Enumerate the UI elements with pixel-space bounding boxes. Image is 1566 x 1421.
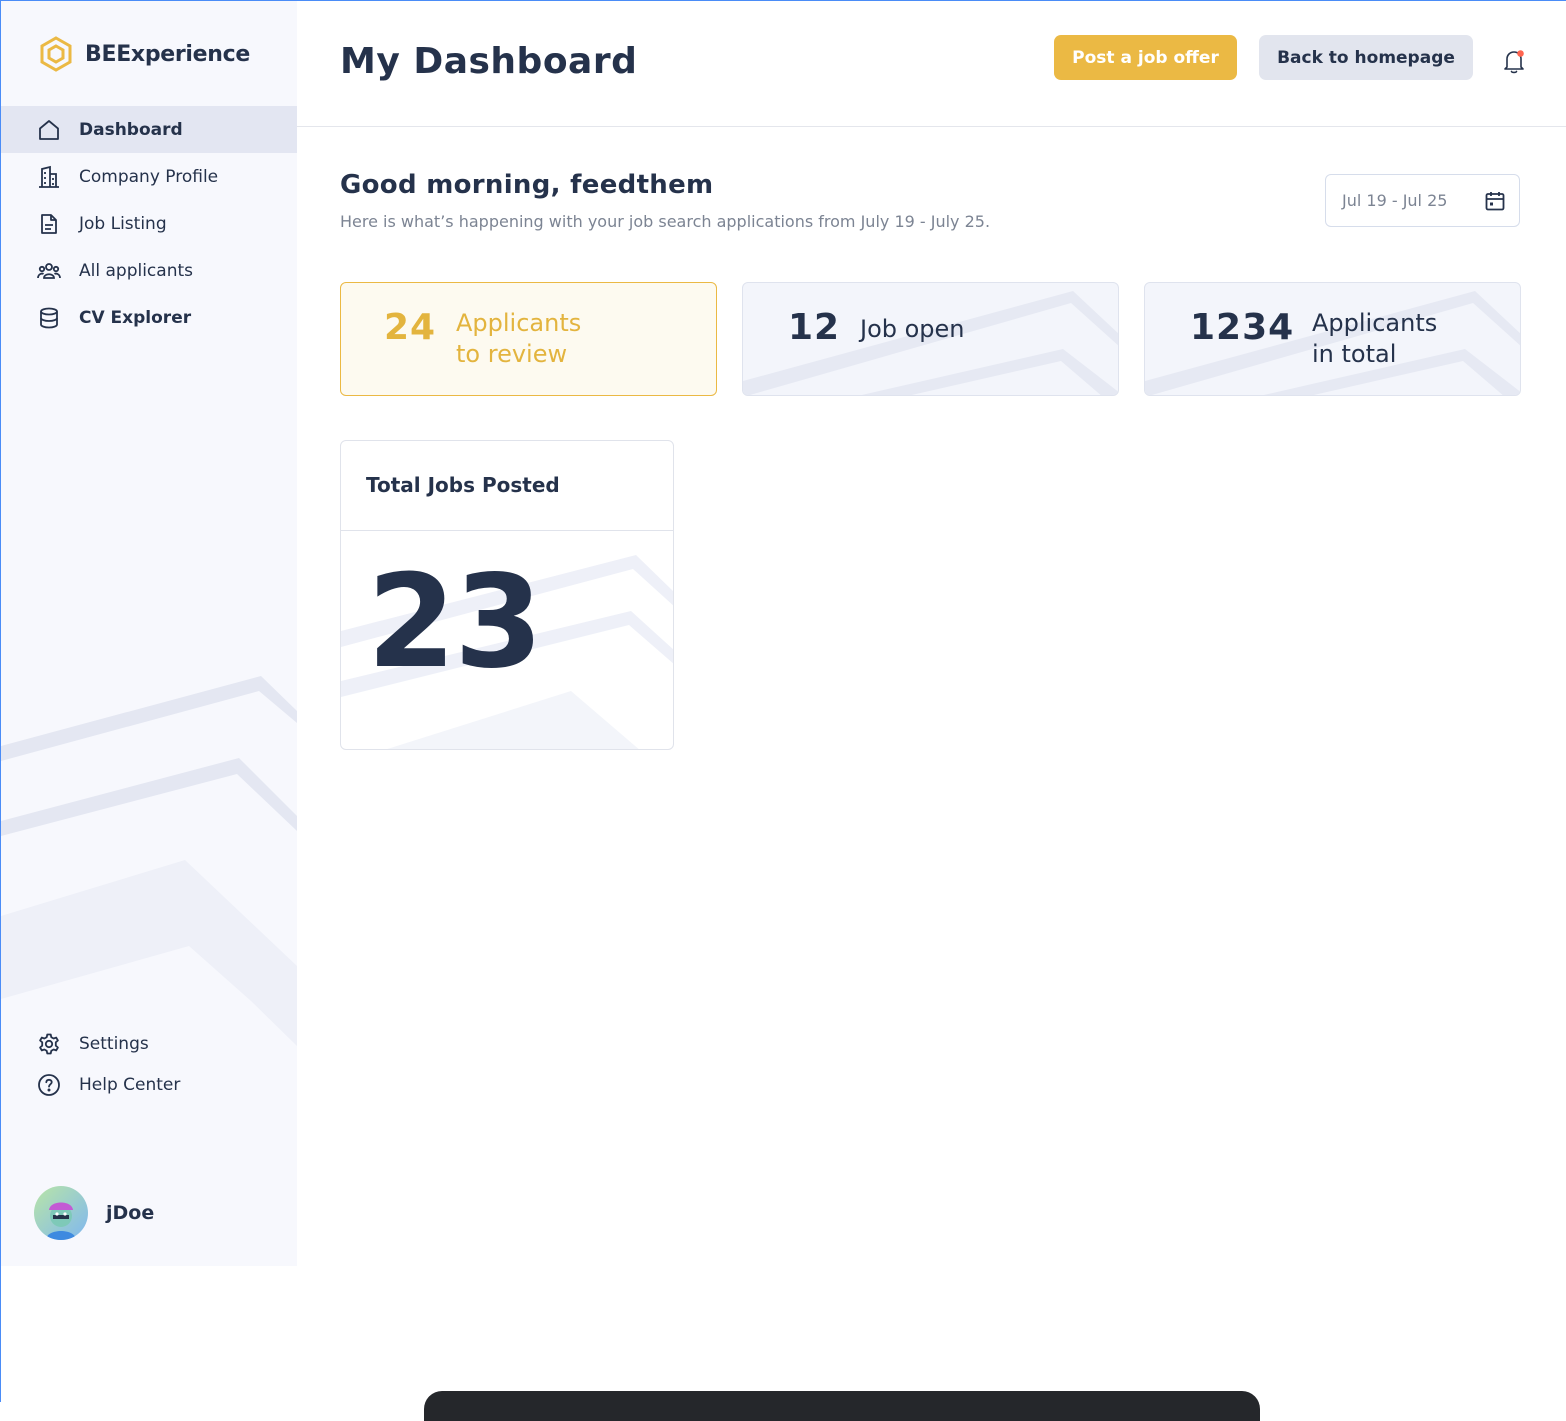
user-name: jDoe: [106, 1202, 155, 1224]
stat-label-line2: in total: [1312, 340, 1397, 368]
help-circle-icon: [38, 1073, 60, 1096]
total-jobs-card: Total Jobs Posted 23: [340, 440, 674, 750]
sidebar-item-company-profile[interactable]: Company Profile: [1, 153, 297, 200]
back-to-homepage-button[interactable]: Back to homepage: [1259, 35, 1473, 80]
sidebar-item-job-listing[interactable]: Job Listing: [1, 200, 297, 247]
sidebar-item-label: Help Center: [79, 1074, 181, 1095]
sidebar-item-label: Job Listing: [79, 213, 167, 234]
building-icon: [39, 165, 59, 188]
page-title: My Dashboard: [340, 41, 638, 82]
stat-value: 24: [384, 307, 437, 348]
document-icon: [41, 213, 57, 234]
calendar-icon: [1485, 192, 1505, 211]
unread-dot: [1517, 50, 1524, 57]
sidebar-item-settings[interactable]: Settings: [1, 1023, 297, 1064]
avatar: [34, 1186, 88, 1240]
stat-card-jobs-open[interactable]: 12 Job open: [742, 282, 1119, 396]
home-icon: [39, 119, 59, 140]
stat-card-applicants-to-review[interactable]: 24 Applicants to review: [340, 282, 717, 396]
sidebar-item-label: Dashboard: [79, 119, 183, 140]
taskbar-edge: [424, 1391, 1260, 1421]
gear-icon: [39, 1033, 59, 1054]
stat-label: Applicants in total: [1312, 308, 1437, 370]
sidebar-item-label: Company Profile: [79, 166, 219, 187]
sidebar-item-all-applicants[interactable]: All applicants: [1, 247, 297, 294]
sidebar-item-help-center[interactable]: Help Center: [1, 1064, 297, 1105]
stat-value: 12: [788, 307, 841, 348]
sidebar-item-label: Settings: [79, 1033, 149, 1054]
sidebar-item-dashboard[interactable]: Dashboard: [1, 106, 297, 153]
date-range-picker[interactable]: Jul 19 - Jul 25: [1325, 174, 1520, 227]
greeting-subtitle: Here is what’s happening with your job s…: [340, 212, 991, 231]
brand-name: BEExperience: [85, 41, 251, 67]
stat-label: Applicants to review: [456, 308, 581, 370]
sidebar-item-cv-explorer[interactable]: CV Explorer: [1, 294, 297, 341]
post-job-button[interactable]: Post a job offer: [1054, 35, 1237, 80]
hexagon-logo-icon: [40, 36, 72, 72]
sidebar-bottom-nav: Settings Help Center: [1, 1023, 297, 1105]
bell-icon[interactable]: [1501, 47, 1527, 75]
stat-label-line1: Applicants: [456, 309, 582, 337]
total-jobs-card-header: Total Jobs Posted: [341, 441, 673, 531]
stat-label-line2: to review: [456, 340, 568, 368]
brand[interactable]: BEExperience: [39, 36, 250, 72]
stat-card-applicants-total[interactable]: 1234 Applicants in total: [1144, 282, 1521, 396]
user-profile[interactable]: jDoe: [34, 1186, 154, 1240]
sidebar-nav: Dashboard Company Profile Job Listing Al…: [1, 106, 297, 341]
avatar-icon: [34, 1186, 88, 1240]
total-jobs-value: 23: [367, 548, 543, 697]
sidebar-item-label: CV Explorer: [79, 307, 192, 328]
date-range-label: Jul 19 - Jul 25: [1342, 191, 1448, 210]
greeting-title: Good morning, feedthem: [340, 170, 714, 200]
database-icon: [40, 307, 58, 328]
stat-value: 1234: [1190, 307, 1295, 348]
stat-label: Job open: [860, 315, 965, 343]
sidebar-item-label: All applicants: [79, 260, 193, 281]
users-icon: [37, 262, 61, 279]
page-header: My Dashboard Post a job offer Back to ho…: [297, 1, 1566, 127]
sidebar: BEExperience Dashboard Company Profile J…: [1, 1, 297, 1266]
stat-label-line1: Applicants: [1312, 309, 1438, 337]
total-jobs-title: Total Jobs Posted: [366, 473, 560, 497]
